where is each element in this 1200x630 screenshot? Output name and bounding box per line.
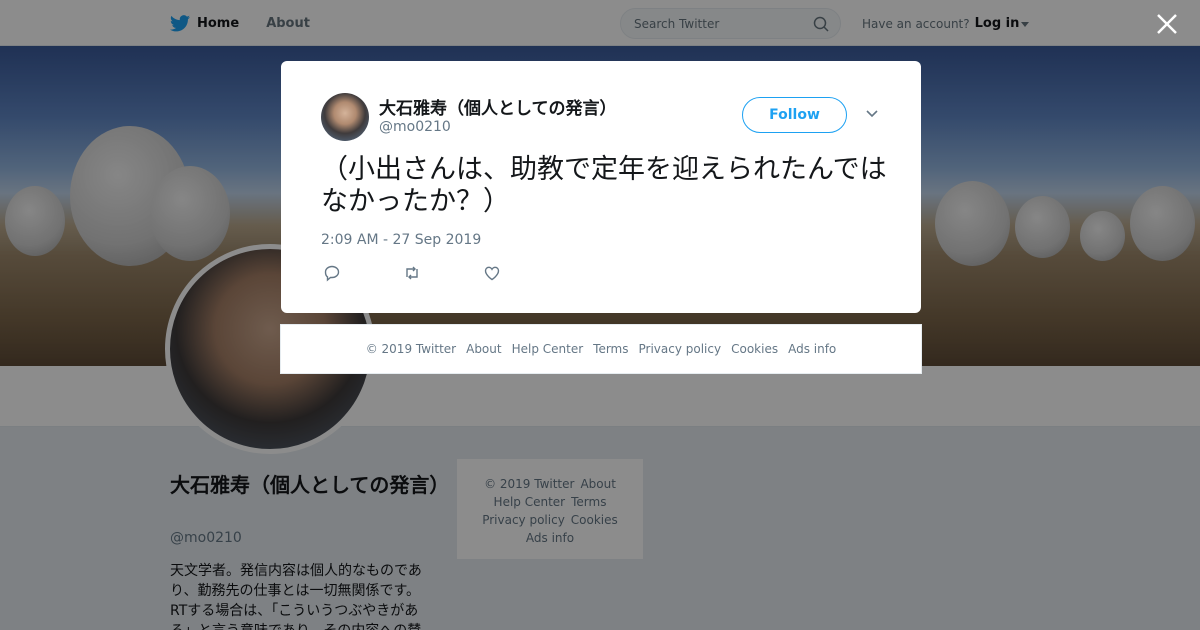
footer-privacy-link[interactable]: Privacy policy bbox=[639, 342, 722, 356]
tweet-modal: 大石雅寿（個人としての発言） @mo0210 Follow （小出さんは、助教で… bbox=[281, 61, 921, 313]
reply-icon[interactable] bbox=[323, 264, 341, 282]
chevron-down-icon[interactable] bbox=[865, 109, 879, 119]
tweet-timestamp[interactable]: 2:09 AM - 27 Sep 2019 bbox=[321, 232, 481, 248]
modal-footer: © 2019 Twitter About Help Center Terms P… bbox=[280, 324, 922, 374]
author-name[interactable]: 大石雅寿（個人としての発言） bbox=[379, 94, 617, 119]
footer-copyright: © 2019 Twitter bbox=[365, 342, 457, 356]
follow-button[interactable]: Follow bbox=[742, 97, 847, 133]
tweet-text: （小出さんは、助教で定年を迎えられたんではなかったか？） bbox=[321, 154, 887, 217]
footer-ads-link[interactable]: Ads info bbox=[788, 342, 836, 356]
footer-cookies-link[interactable]: Cookies bbox=[731, 342, 778, 356]
author-avatar[interactable] bbox=[321, 93, 369, 141]
author-handle[interactable]: @mo0210 bbox=[379, 119, 451, 135]
footer-about-link[interactable]: About bbox=[466, 342, 501, 356]
close-icon[interactable] bbox=[1155, 12, 1179, 36]
retweet-icon[interactable] bbox=[403, 264, 421, 282]
footer-terms-link[interactable]: Terms bbox=[593, 342, 628, 356]
footer-help-link[interactable]: Help Center bbox=[512, 342, 584, 356]
tweet-actions bbox=[323, 264, 563, 282]
heart-icon[interactable] bbox=[483, 264, 501, 282]
